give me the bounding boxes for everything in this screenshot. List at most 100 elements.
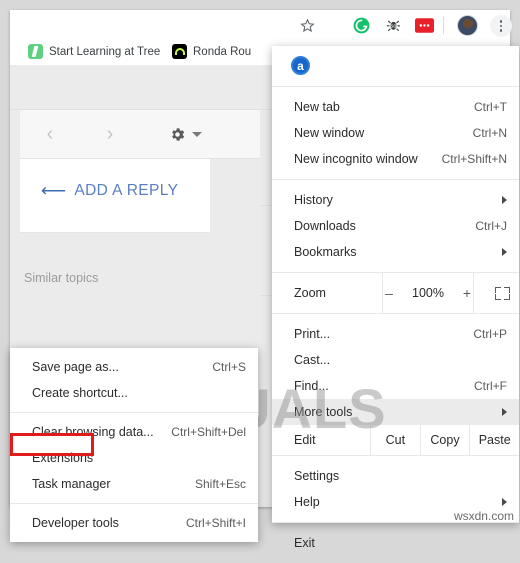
grammarly-extension-icon[interactable] xyxy=(350,14,372,36)
menu-item-accel: Ctrl+T xyxy=(474,100,507,114)
right-divider-c xyxy=(260,295,272,296)
submenu-item-accel: Shift+Esc xyxy=(194,477,246,491)
menu-item-label: Downloads xyxy=(294,219,356,233)
menu-group-new: New tab Ctrl+T New window Ctrl+N New inc… xyxy=(272,87,519,180)
submenu-item-label: Extensions xyxy=(32,451,94,465)
submenu-item-accel: Ctrl+Shift+Del xyxy=(171,425,246,439)
menu-item-more-tools[interactable]: More tools xyxy=(272,399,519,425)
menu-item-history[interactable]: History xyxy=(272,187,519,213)
bookmark-star-icon[interactable] xyxy=(296,14,318,36)
chrome-menu-button[interactable] xyxy=(490,15,512,37)
chrome-main-menu: a New tab Ctrl+T New window Ctrl+N New i… xyxy=(272,46,519,550)
submenu-item-label: Clear browsing data... xyxy=(32,425,154,439)
menu-item-accel: Ctrl+N xyxy=(472,126,507,140)
bookmark-label: Start Learning at Tree xyxy=(49,45,161,58)
menu-group-browse: History Downloads Ctrl+J Bookmarks xyxy=(272,180,519,273)
menu-item-label: Bookmarks xyxy=(294,245,357,259)
menu-item-accel: Ctrl+P xyxy=(473,327,507,341)
submenu-item-label: Developer tools xyxy=(32,516,119,530)
similar-topics-heading: Similar topics xyxy=(24,271,99,285)
add-a-reply-button[interactable]: ⟵ ADD A REPLY xyxy=(40,181,179,201)
menu-item-accel: Ctrl+J xyxy=(475,219,507,233)
fullscreen-button[interactable] xyxy=(474,273,520,313)
bookmark-item-ronda[interactable]: Ronda Rou xyxy=(172,44,251,59)
a-extension-icon[interactable]: a xyxy=(291,56,310,75)
edit-row: Edit Cut Copy Paste xyxy=(272,425,519,456)
reply-arrow-icon: ⟵ xyxy=(40,183,67,200)
menu-item-find[interactable]: Find... Ctrl+F xyxy=(272,373,519,399)
menu-item-label: More tools xyxy=(294,405,353,419)
menu-extensions-header: a xyxy=(272,46,519,87)
menu-item-cast[interactable]: Cast... xyxy=(272,347,519,373)
right-divider-b xyxy=(260,205,272,206)
submenu-group-save: Save page as... Ctrl+S Create shortcut..… xyxy=(10,348,258,413)
menu-item-new-window[interactable]: New window Ctrl+N xyxy=(272,120,519,146)
thread-nav-row: ‹ › xyxy=(20,110,260,159)
bookmark-item-treehouse[interactable]: Start Learning at Tree xyxy=(28,44,160,59)
menu-item-label: Find... xyxy=(294,379,329,393)
submenu-item-extensions[interactable]: Extensions xyxy=(10,445,258,471)
zoom-level-value: 100% xyxy=(412,286,444,300)
more-tools-submenu: Save page as... Ctrl+S Create shortcut..… xyxy=(10,348,258,542)
menu-item-bookmarks[interactable]: Bookmarks xyxy=(272,239,519,265)
chevron-right-icon xyxy=(502,498,507,506)
chevron-down-icon[interactable] xyxy=(192,132,202,137)
add-a-reply-label: ADD A REPLY xyxy=(74,182,179,199)
red-extension-icon[interactable] xyxy=(413,14,435,36)
browser-toolbar: sq xyxy=(10,10,512,40)
edit-label: Edit xyxy=(272,425,371,455)
submenu-item-label: Task manager xyxy=(32,477,111,491)
zoom-label: Zoom xyxy=(272,273,383,313)
paste-button[interactable]: Paste xyxy=(470,425,519,455)
svg-text:sq: sq xyxy=(390,23,396,29)
menu-item-label: New window xyxy=(294,126,365,140)
submenu-item-developer-tools[interactable]: Developer tools Ctrl+Shift+I xyxy=(10,510,258,536)
submenu-group-dev: Developer tools Ctrl+Shift+I xyxy=(10,504,258,542)
menu-item-label: New incognito window xyxy=(294,152,418,166)
toolbar-divider xyxy=(443,17,444,34)
menu-group-tools: Print... Ctrl+P Cast... Find... Ctrl+F M… xyxy=(272,314,519,425)
menu-item-accel: Ctrl+Shift+N xyxy=(441,152,507,166)
submenu-item-label: Create shortcut... xyxy=(32,386,128,400)
submenu-group-manage: Clear browsing data... Ctrl+Shift+Del Ex… xyxy=(10,413,258,504)
menu-item-label: Help xyxy=(294,495,320,509)
right-divider-a xyxy=(260,109,272,110)
submenu-item-save-page-as[interactable]: Save page as... Ctrl+S xyxy=(10,354,258,380)
bookmark-label: Ronda Rou xyxy=(193,45,252,58)
avatar[interactable] xyxy=(457,15,478,36)
menu-item-print[interactable]: Print... Ctrl+P xyxy=(272,321,519,347)
menu-item-label: Print... xyxy=(294,327,331,341)
gear-icon[interactable] xyxy=(167,124,187,144)
submenu-item-create-shortcut[interactable]: Create shortcut... xyxy=(10,380,258,406)
submenu-item-accel: Ctrl+Shift+I xyxy=(185,516,246,530)
submenu-item-clear-browsing-data[interactable]: Clear browsing data... Ctrl+Shift+Del xyxy=(10,419,258,445)
menu-item-label: Exit xyxy=(294,536,315,550)
menu-item-label: Settings xyxy=(294,469,340,483)
chevron-right-icon xyxy=(502,196,507,204)
menu-item-label: Cast... xyxy=(294,353,331,367)
prev-page-button[interactable]: ‹ xyxy=(38,122,62,146)
menu-item-exit[interactable]: Exit xyxy=(272,530,519,556)
menu-item-accel: Ctrl+F xyxy=(474,379,507,393)
bug-extension-icon[interactable]: sq xyxy=(382,14,404,36)
submenu-item-task-manager[interactable]: Task manager Shift+Esc xyxy=(10,471,258,497)
menu-item-settings[interactable]: Settings xyxy=(272,463,519,489)
menu-item-downloads[interactable]: Downloads Ctrl+J xyxy=(272,213,519,239)
menu-item-label: New tab xyxy=(294,100,340,114)
reply-box: ⟵ ADD A REPLY xyxy=(20,159,210,233)
next-page-button[interactable]: › xyxy=(98,122,122,146)
cut-button[interactable]: Cut xyxy=(371,425,421,455)
chevron-right-icon xyxy=(502,408,507,416)
copy-button[interactable]: Copy xyxy=(421,425,471,455)
zoom-row: Zoom – 100% + xyxy=(272,273,519,314)
wsxdn-watermark: wsxdn.com xyxy=(453,509,514,523)
menu-group-exit: Exit xyxy=(272,523,519,563)
zoom-controls: – 100% + xyxy=(383,273,474,313)
menu-item-new-tab[interactable]: New tab Ctrl+T xyxy=(272,94,519,120)
menu-item-new-incognito-window[interactable]: New incognito window Ctrl+Shift+N xyxy=(272,146,519,172)
zoom-in-button[interactable]: + xyxy=(461,285,473,301)
submenu-item-accel: Ctrl+S xyxy=(212,360,246,374)
treehouse-favicon xyxy=(28,44,43,59)
chevron-right-icon xyxy=(502,248,507,256)
zoom-out-button[interactable]: – xyxy=(383,285,395,301)
